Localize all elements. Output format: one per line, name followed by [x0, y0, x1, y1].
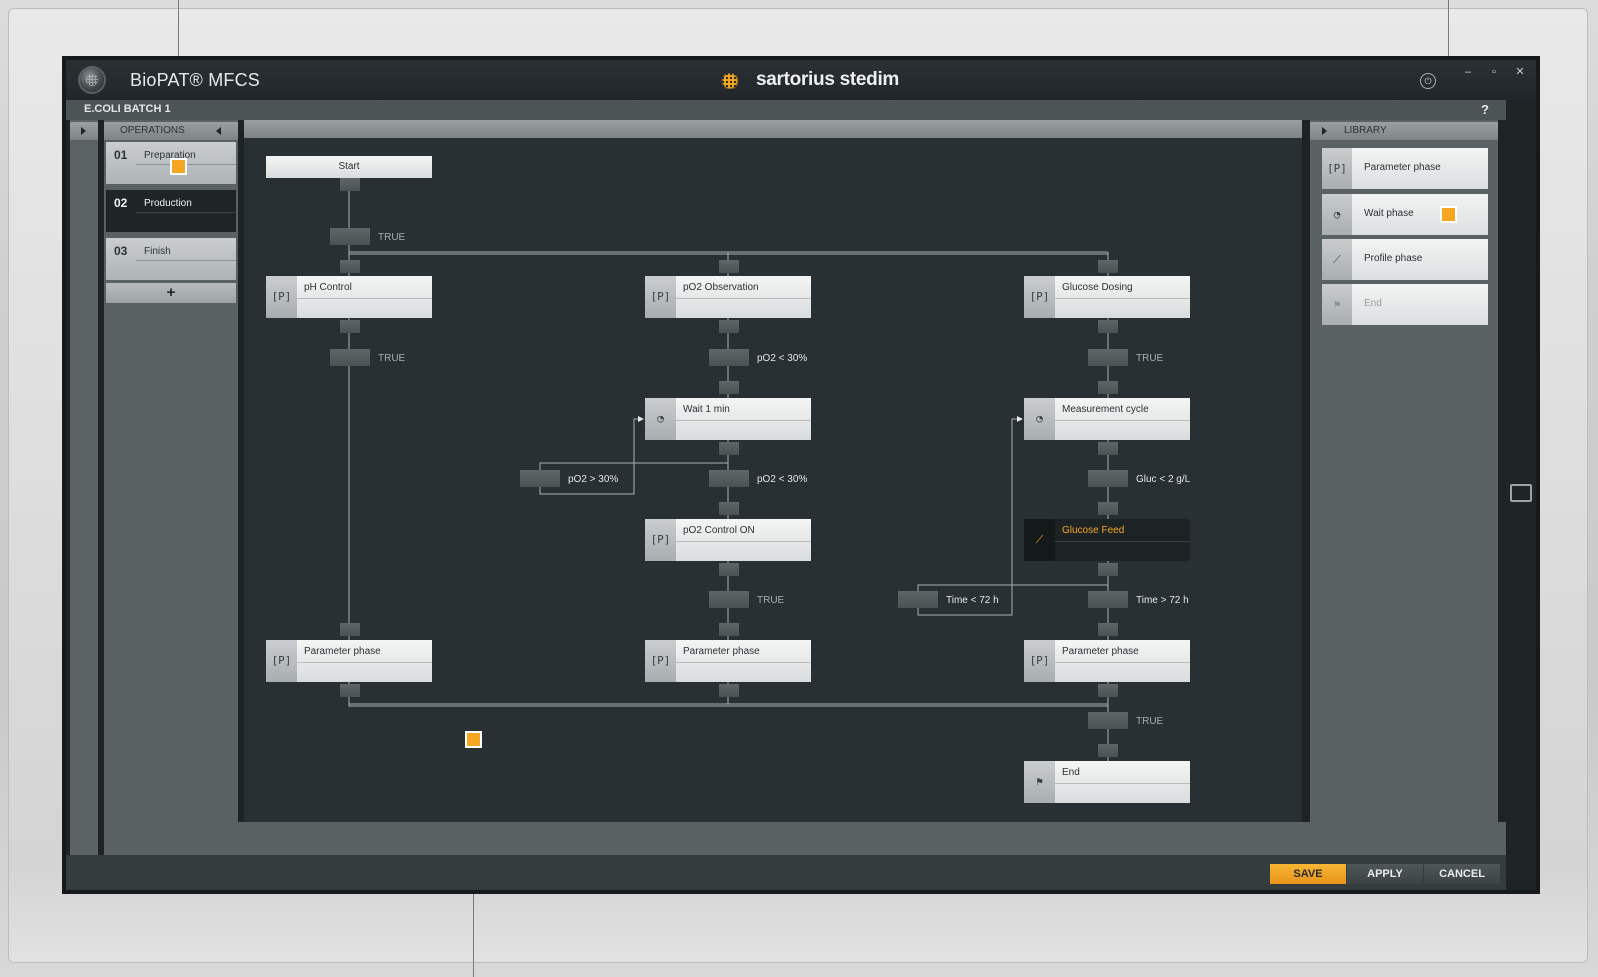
- transition[interactable]: [1088, 470, 1128, 487]
- connector[interactable]: [719, 260, 739, 273]
- node-glucose-dosing[interactable]: [P] Glucose Dosing: [1024, 276, 1190, 318]
- start-node[interactable]: Start: [266, 156, 432, 178]
- node-end[interactable]: ⚑ End: [1024, 761, 1190, 803]
- profile-phase-icon: ⟋: [1024, 519, 1055, 561]
- node-ph-control[interactable]: [P] pH Control: [266, 276, 432, 318]
- callout-marker-canvas: [467, 733, 480, 746]
- node-label: Parameter phase: [1062, 646, 1139, 657]
- node-wait-1-min[interactable]: ◔ Wait 1 min: [645, 398, 811, 440]
- node-label: Wait 1 min: [683, 404, 730, 415]
- connector[interactable]: [1098, 442, 1118, 455]
- connector[interactable]: [340, 684, 360, 697]
- condition-label: TRUE: [378, 232, 406, 243]
- condition-label: pO2 > 30%: [568, 474, 619, 485]
- condition-label: pO2 < 30%: [757, 474, 808, 485]
- connector[interactable]: [719, 320, 739, 333]
- parameter-phase-icon: [P]: [645, 640, 676, 682]
- connector[interactable]: [1098, 502, 1118, 515]
- parameter-phase-icon: [P]: [266, 640, 297, 682]
- node-label: Parameter phase: [304, 646, 381, 657]
- connector[interactable]: [1098, 684, 1118, 697]
- callout-marker-operations: [172, 160, 185, 173]
- connector[interactable]: [1098, 320, 1118, 333]
- wait-phase-icon: ◔: [1024, 398, 1055, 440]
- node-parameter-phase-2[interactable]: [P] Parameter phase: [645, 640, 811, 682]
- connector[interactable]: [1098, 563, 1118, 576]
- condition-label: TRUE: [757, 595, 785, 606]
- condition-label: TRUE: [1136, 353, 1164, 364]
- transition[interactable]: [330, 349, 370, 366]
- transition[interactable]: [1088, 349, 1128, 366]
- end-flag-icon: ⚑: [1024, 761, 1055, 803]
- transition[interactable]: [330, 228, 370, 245]
- condition-label: TRUE: [1136, 716, 1164, 727]
- parameter-phase-icon: [P]: [1024, 640, 1055, 682]
- parameter-phase-icon: [P]: [645, 276, 676, 318]
- connector[interactable]: [719, 563, 739, 576]
- condition-label: Time > 72 h: [1136, 595, 1189, 606]
- callout-marker-library: [1442, 208, 1455, 221]
- node-label: Glucose Feed: [1062, 525, 1125, 536]
- connector[interactable]: [1098, 744, 1118, 757]
- parameter-phase-icon: [P]: [266, 276, 297, 318]
- connector[interactable]: [1098, 381, 1118, 394]
- condition-label: Gluc < 2 g/L: [1136, 474, 1191, 485]
- node-po2-observation[interactable]: [P] pO2 Observation: [645, 276, 811, 318]
- parameter-phase-icon: [P]: [1024, 276, 1055, 318]
- connector[interactable]: [719, 381, 739, 394]
- condition-label: TRUE: [378, 353, 406, 364]
- connector[interactable]: [719, 684, 739, 697]
- connector[interactable]: [1098, 623, 1118, 636]
- node-label: Glucose Dosing: [1062, 282, 1133, 293]
- connector[interactable]: [719, 502, 739, 515]
- node-measurement-cycle[interactable]: ◔ Measurement cycle: [1024, 398, 1190, 440]
- transition[interactable]: [709, 470, 749, 487]
- transition[interactable]: [1088, 712, 1128, 729]
- transition[interactable]: [1088, 591, 1128, 608]
- node-parameter-phase-1[interactable]: [P] Parameter phase: [266, 640, 432, 682]
- node-label: pO2 Observation: [683, 282, 759, 293]
- node-glucose-feed[interactable]: ⟋ Glucose Feed: [1024, 519, 1190, 561]
- condition-label: Time < 72 h: [946, 595, 999, 606]
- node-label: Measurement cycle: [1062, 404, 1149, 415]
- transition[interactable]: [709, 349, 749, 366]
- wait-phase-icon: ◔: [645, 398, 676, 440]
- node-label: End: [1062, 767, 1080, 778]
- workflow-connections: [348, 178, 1109, 761]
- connector[interactable]: [719, 623, 739, 636]
- connector[interactable]: [719, 442, 739, 455]
- node-label: Parameter phase: [683, 646, 760, 657]
- node-label: pH Control: [304, 282, 352, 293]
- parameter-phase-icon: [P]: [645, 519, 676, 561]
- condition-label: pO2 < 30%: [757, 353, 808, 364]
- transition[interactable]: [898, 591, 938, 608]
- connector[interactable]: [1098, 260, 1118, 273]
- connector[interactable]: [340, 178, 360, 191]
- connector[interactable]: [340, 320, 360, 333]
- connector[interactable]: [340, 623, 360, 636]
- transition[interactable]: [520, 470, 560, 487]
- transition[interactable]: [709, 591, 749, 608]
- connector[interactable]: [340, 260, 360, 273]
- node-label: pO2 Control ON: [683, 525, 755, 536]
- node-po2-control-on[interactable]: [P] pO2 Control ON: [645, 519, 811, 561]
- node-parameter-phase-3[interactable]: [P] Parameter phase: [1024, 640, 1190, 682]
